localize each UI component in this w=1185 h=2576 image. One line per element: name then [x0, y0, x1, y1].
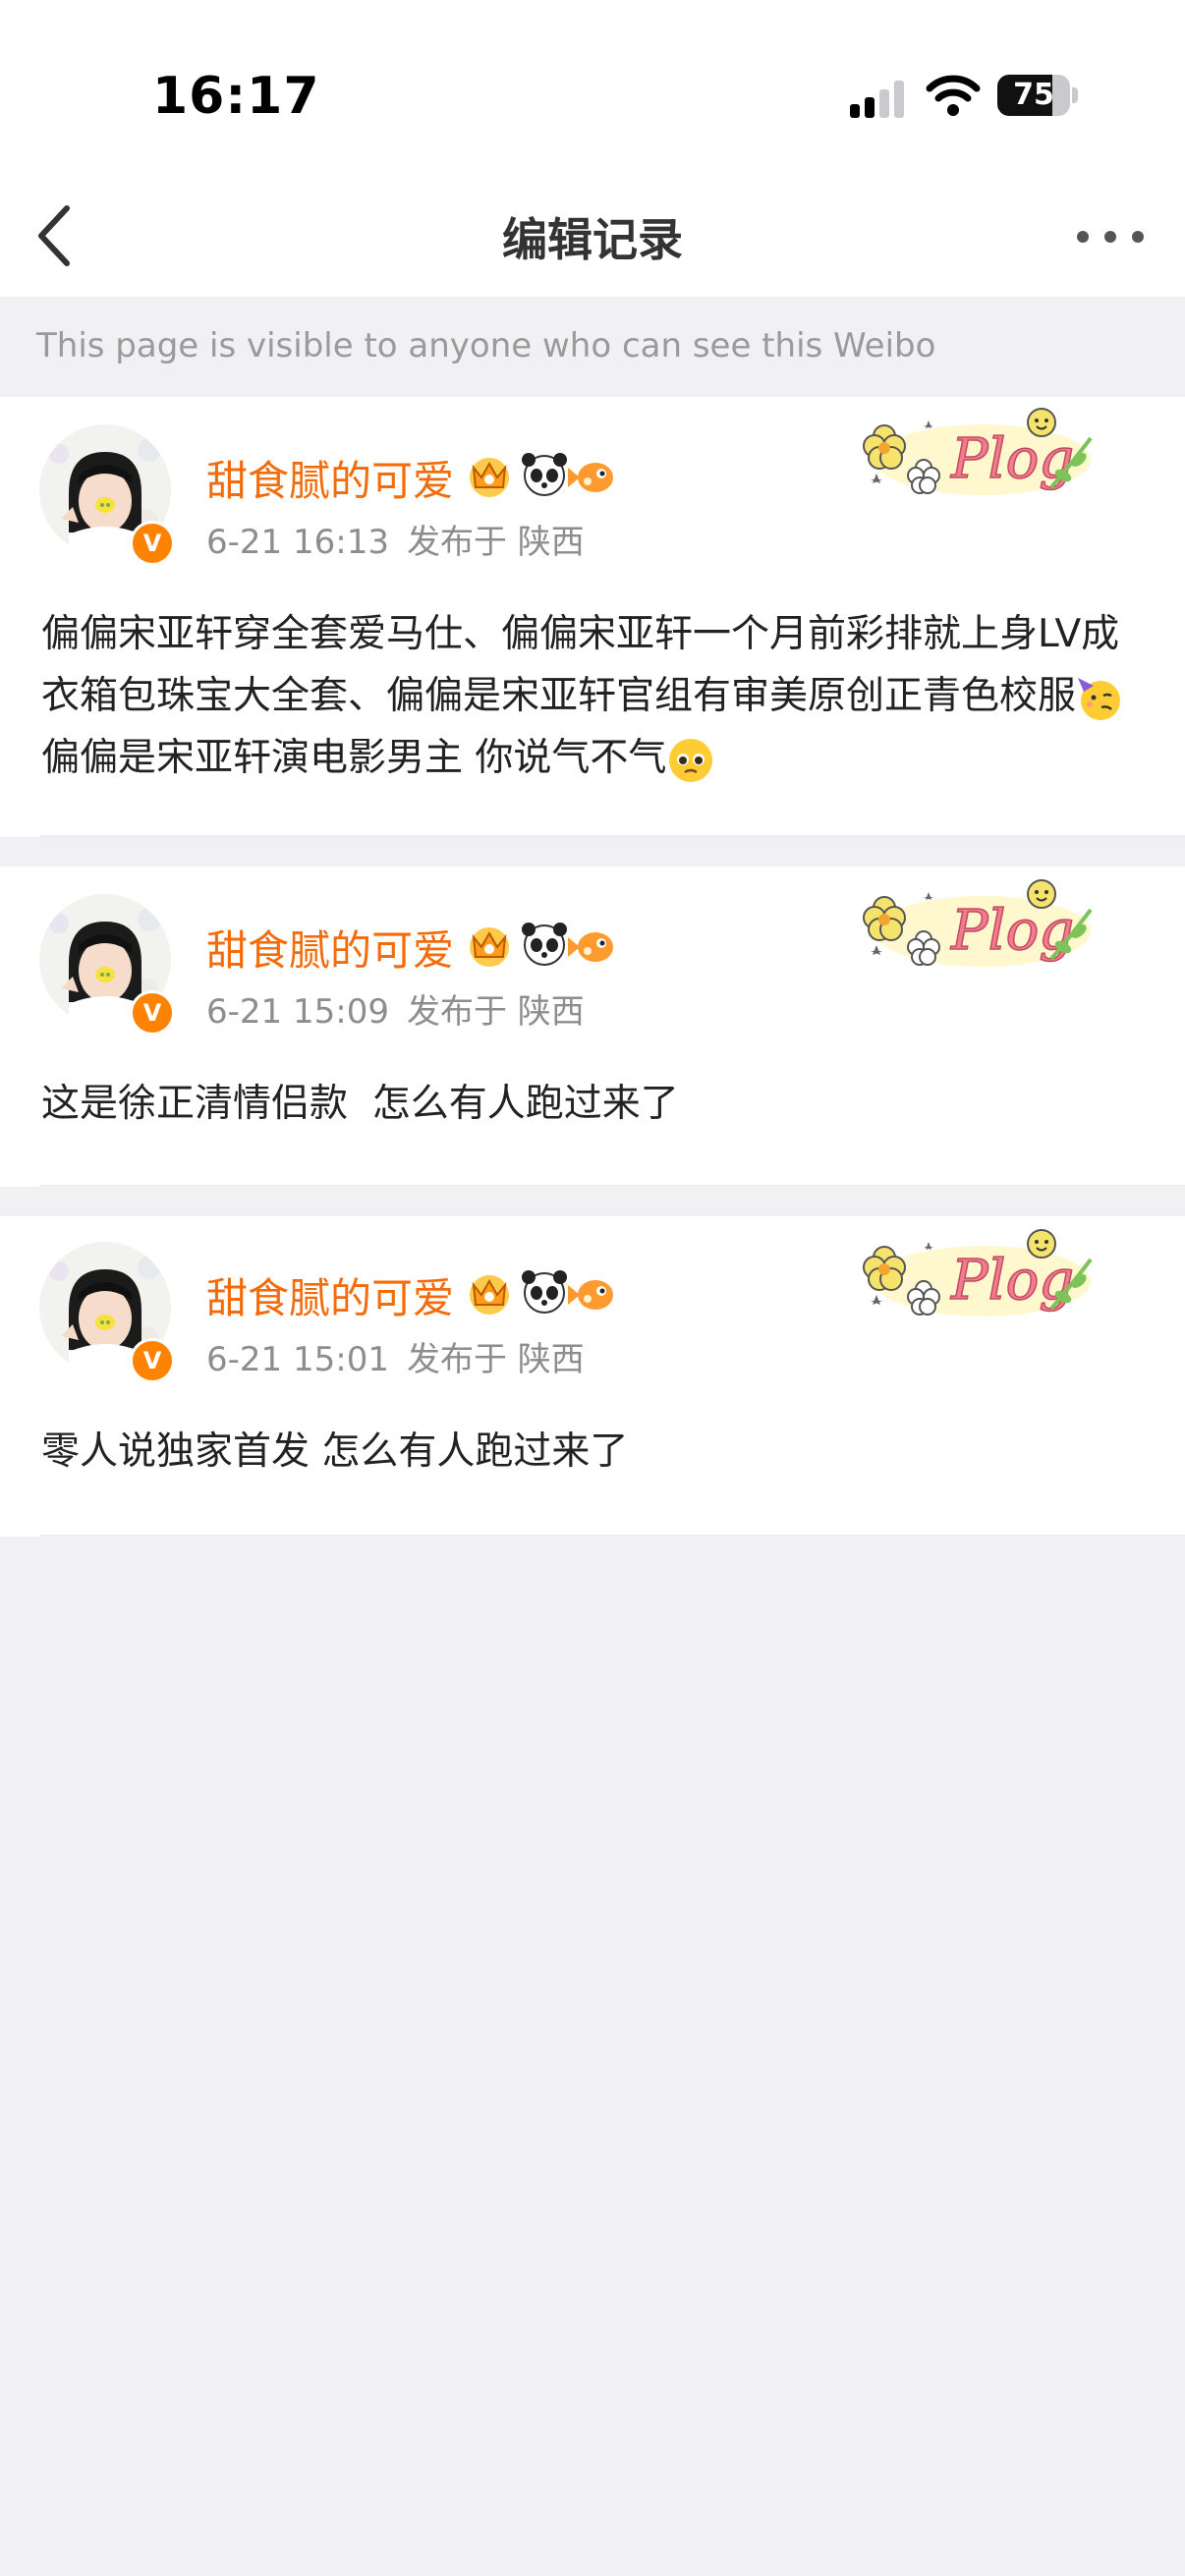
avatar[interactable]: V: [39, 894, 175, 1036]
post-time: 6-21 16:13: [206, 523, 389, 562]
post-location: 发布于 陕西: [406, 523, 585, 562]
post-text-part: 零人说独家首发 怎么有人跑过来了: [41, 1429, 629, 1474]
fish-badge-icon: [568, 932, 613, 962]
crown-badge-icon: [470, 927, 509, 967]
more-horizontal-icon[interactable]: [1071, 214, 1150, 259]
wifi-icon: [926, 75, 981, 116]
username[interactable]: 甜食腻的可爱: [206, 448, 454, 508]
post-meta: 6-21 16:13 发布于 陕西: [206, 515, 585, 563]
partying-face-emoji-icon: [1078, 677, 1121, 720]
cellular-signal-icon: [850, 81, 904, 118]
avatar[interactable]: V: [39, 1242, 175, 1383]
plog-sticker: Plog: [855, 399, 1100, 507]
battery-icon: 75: [997, 75, 1078, 116]
post-content: 这是徐正清情侣款 怎么有人跑过来了: [41, 1073, 1150, 1135]
divider: [39, 1535, 1185, 1537]
post-time: 6-21 15:09: [206, 992, 389, 1032]
post-meta: 6-21 15:09 发布于 陕西: [206, 984, 585, 1033]
post-text-part: 这是徐正清情侣款 怎么有人跑过来了: [41, 1082, 679, 1126]
status-bar: 16:17 75: [0, 0, 1185, 177]
nav-bar: 编辑记录: [0, 177, 1185, 297]
divider: [39, 1185, 1185, 1187]
username[interactable]: 甜食腻的可爱: [206, 1265, 454, 1325]
user-badges: [464, 920, 621, 971]
post-location: 发布于 陕西: [406, 1340, 585, 1379]
edit-record-card[interactable]: V 甜食腻的可爱 6-21 16:13 发布于 陕西 Plog 偏偏宋亚轩穿全套…: [0, 397, 1185, 837]
visibility-notice-text: This page is visible to anyone who can s…: [36, 326, 936, 365]
post-meta: 6-21 15:01 发布于 陕西: [206, 1332, 585, 1380]
plog-sticker: Plog: [855, 870, 1100, 979]
post-location: 发布于 陕西: [406, 992, 585, 1032]
verified-badge-icon: V: [130, 521, 175, 566]
post-time: 6-21 15:01: [206, 1340, 389, 1379]
fish-badge-icon: [568, 1280, 613, 1310]
visibility-notice: This page is visible to anyone who can s…: [0, 297, 1185, 397]
post-content: 偏偏宋亚轩穿全套爱马仕、偏偏宋亚轩一个月前彩排就上身LV成衣箱包珠宝大全套、偏偏…: [41, 603, 1150, 789]
user-badges: [464, 450, 621, 501]
panda-badge-icon: [522, 453, 567, 496]
panda-badge-icon: [522, 923, 567, 966]
panda-badge-icon: [522, 1270, 567, 1314]
edit-record-card[interactable]: V 甜食腻的可爱 6-21 15:01 发布于 陕西 Plog 零人说独家首发 …: [0, 1216, 1185, 1537]
page-title: 编辑记录: [502, 213, 683, 266]
edit-record-card[interactable]: V 甜食腻的可爱 6-21 15:09 发布于 陕西 Plog 这是徐正清情侣款…: [0, 867, 1185, 1187]
fish-badge-icon: [568, 463, 613, 492]
verified-badge-icon: V: [130, 990, 175, 1036]
status-time: 16:17: [152, 67, 320, 126]
crown-badge-icon: [470, 1275, 509, 1315]
battery-level: 75: [1013, 78, 1054, 112]
divider: [39, 835, 1185, 837]
post-text-part: 偏偏宋亚轩穿全套爱马仕、偏偏宋亚轩一个月前彩排就上身LV成衣箱包珠宝大全套、偏偏…: [41, 612, 1120, 718]
post-content: 零人说独家首发 怎么有人跑过来了: [41, 1421, 1150, 1483]
verified-badge-icon: V: [130, 1338, 175, 1383]
plog-sticker: Plog: [855, 1220, 1100, 1328]
user-badges: [464, 1267, 621, 1318]
pleading-face-emoji-icon: [669, 738, 713, 782]
username[interactable]: 甜食腻的可爱: [206, 918, 454, 978]
avatar[interactable]: V: [39, 424, 175, 566]
crown-badge-icon: [470, 458, 509, 497]
post-text-part: 偏偏是宋亚轩演电影男主 你说气不气: [41, 736, 667, 780]
